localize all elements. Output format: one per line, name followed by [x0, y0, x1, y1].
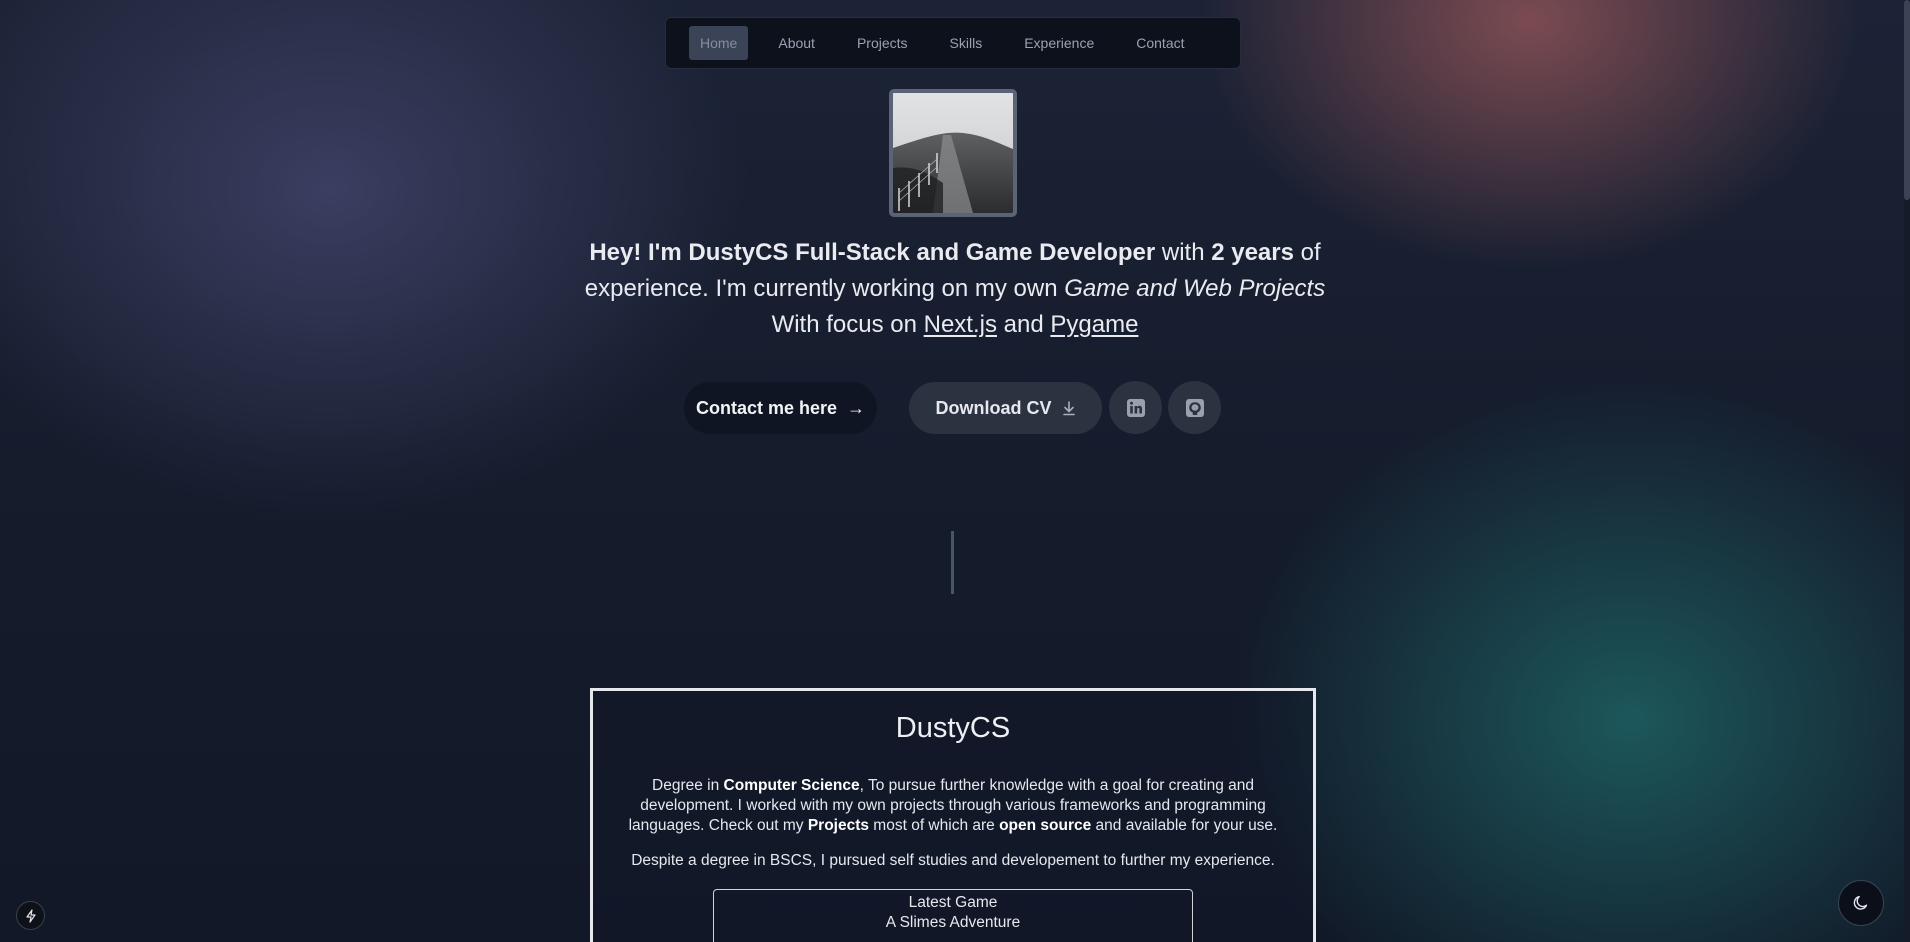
top-nav: Home About Projects Skills Experience Co…: [665, 17, 1241, 69]
linkedin-icon: [1126, 398, 1145, 417]
nav-projects[interactable]: Projects: [846, 26, 919, 60]
nav-experience[interactable]: Experience: [1013, 26, 1105, 60]
about-text: most of which are: [869, 817, 1000, 834]
latest-game-title: A Slimes Adventure: [885, 914, 1021, 931]
intro-projects: Game and Web Projects: [1064, 275, 1326, 302]
linkedin-button[interactable]: [1109, 381, 1162, 434]
page: Home About Projects Skills Experience Co…: [0, 0, 1910, 942]
intro-text: and: [996, 311, 1051, 338]
intro-years: 2 years: [1211, 239, 1294, 266]
about-degree: Computer Science: [723, 777, 860, 794]
scroll-indicator-line: [951, 531, 954, 594]
download-cv-label: Download CV: [935, 397, 1052, 418]
about-text: Degree in: [652, 777, 724, 794]
intro-name: Hey! I'm DustyCS Full-Stack and Game Dev…: [589, 239, 1156, 266]
about-card: DustyCS Degree in Computer Science, To p…: [590, 688, 1316, 942]
intro-text: With focus on: [771, 311, 924, 338]
theme-toggle-button[interactable]: [1838, 880, 1884, 926]
scrollbar-thumb[interactable]: [1904, 0, 1910, 200]
nav-about[interactable]: About: [767, 26, 826, 60]
about-paragraph-1: Degree in Computer Science, To pursue fu…: [623, 776, 1283, 836]
nav-contact[interactable]: Contact: [1125, 26, 1195, 60]
about-open-source: open source: [999, 817, 1092, 834]
moon-icon: [1853, 895, 1868, 910]
nav-skills[interactable]: Skills: [939, 26, 994, 60]
bolt-icon[interactable]: [16, 901, 45, 930]
github-icon: [1185, 398, 1204, 417]
about-text: and available for your use.: [1091, 817, 1278, 834]
pygame-link[interactable]: Pygame: [1050, 311, 1138, 338]
arrow-right-icon: →: [847, 397, 866, 418]
contact-button-label: Contact me here: [695, 397, 838, 418]
page-scrollbar[interactable]: [1904, 0, 1910, 942]
nav-home[interactable]: Home: [689, 26, 749, 60]
latest-game-card[interactable]: Latest Game A Slimes Adventure: [713, 889, 1193, 942]
about-title: DustyCS: [895, 712, 1011, 744]
profile-avatar: [889, 89, 1017, 217]
github-button[interactable]: [1168, 381, 1221, 434]
nextjs-link[interactable]: Next.js: [924, 311, 997, 338]
latest-game-label: Latest Game: [908, 894, 998, 911]
intro-text: with: [1155, 239, 1212, 266]
bolt-icon-glyph: [25, 908, 36, 923]
download-icon: [1062, 401, 1075, 416]
hero-intro: Hey! I'm DustyCS Full-Stack and Game Dev…: [540, 235, 1370, 343]
download-cv-button[interactable]: Download CV: [909, 382, 1102, 434]
about-projects: Projects: [807, 817, 869, 834]
avatar-image: [893, 93, 1013, 213]
contact-button[interactable]: Contact me here →: [684, 382, 877, 434]
about-paragraph-2: Despite a degree in BSCS, I pursued self…: [631, 852, 1275, 869]
